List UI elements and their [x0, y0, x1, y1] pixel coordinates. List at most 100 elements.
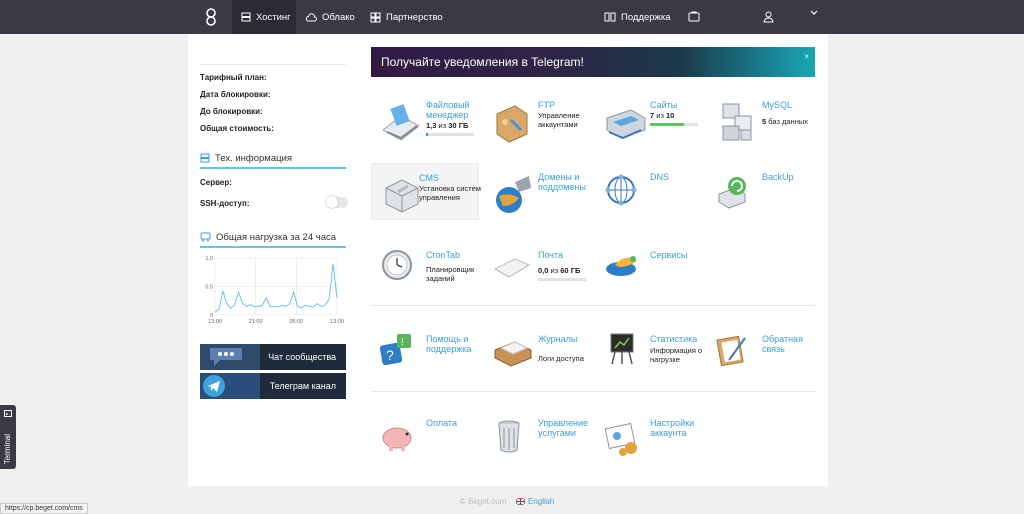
crontab-name: CronTab — [426, 250, 461, 260]
partnership-icon — [370, 12, 381, 22]
bus-icon — [200, 232, 211, 242]
mail-name: Почта — [538, 250, 563, 260]
nav-cloud[interactable]: Облако — [305, 0, 355, 34]
domains-name: Домены и поддомены — [538, 172, 586, 192]
feedback-clipboard-icon — [716, 335, 746, 367]
help-name: Помощь и поддержка — [426, 334, 472, 354]
community-chat-button[interactable]: Чат сообщества — [200, 344, 346, 370]
nav-support[interactable]: Поддержка — [604, 0, 671, 34]
statistics-sub: Информация о нагрузке — [650, 346, 703, 364]
chart-y-tick-label: 1.0 — [205, 256, 213, 262]
nav-hosting[interactable]: Хостинг — [232, 0, 296, 34]
tile-services[interactable]: Сервисы — [603, 245, 711, 301]
logs-box-icon — [494, 341, 532, 367]
file-manager-usage-text: 1,3 из 30 ГБ — [426, 121, 469, 130]
crontab-sub: Планировщик заданий — [426, 265, 475, 283]
nav-support-label: Поддержка — [621, 11, 671, 23]
load-title: Общая нагрузка за 24 часа — [200, 228, 346, 248]
tile-crontab[interactable]: CronTab Планировщик заданий — [379, 245, 487, 301]
backup-icon — [718, 177, 746, 209]
tile-backup[interactable]: BackUp — [715, 172, 823, 228]
nav-partnership[interactable]: Партнерство — [370, 0, 443, 34]
load-series-line — [214, 263, 338, 313]
logs-sub: Логи доступа — [538, 354, 584, 363]
backup-name: BackUp — [762, 172, 794, 182]
piggy-bank-icon — [382, 427, 412, 451]
nav-hosting-label: Хостинг — [256, 11, 291, 23]
telegram-channel-button[interactable]: Телеграм канал — [200, 373, 346, 399]
tile-feedback[interactable]: Обратная связь — [715, 330, 823, 386]
load-chart: 1.00.5013:00 21:00 05:00 13:00 — [205, 256, 344, 325]
tile-account-settings[interactable]: Настройки аккаунта — [603, 416, 711, 472]
telegram-banner[interactable]: Получайте уведомления в Telegram! × — [371, 47, 815, 77]
user-icon[interactable] — [763, 11, 774, 23]
account-settings-icon — [604, 422, 637, 456]
tile-statistics[interactable]: Статистика Информация о нагрузке — [603, 330, 711, 386]
tile-manage-services[interactable]: Управление услугами — [491, 416, 599, 472]
services-icon — [606, 256, 637, 276]
language-label: English — [528, 497, 555, 506]
svg-text:?: ? — [386, 347, 394, 363]
uk-flag-icon — [516, 498, 525, 505]
tile-domains[interactable]: Домены и поддомены — [491, 172, 599, 228]
ftp-folder-icon — [496, 105, 528, 143]
community-chat-label: Чат сообщества — [268, 352, 336, 362]
tile-dns[interactable]: DNS — [603, 172, 711, 228]
block-date-label: Дата блокировки: — [200, 90, 271, 99]
language-switch[interactable]: English — [516, 497, 554, 506]
database-icon — [722, 103, 752, 141]
tech-info-title-text: Тех. информация — [215, 152, 293, 164]
tile-sites[interactable]: Сайты 7 из 10 — [603, 100, 711, 156]
chat-bubble-icon — [200, 344, 260, 370]
services-name: Сервисы — [650, 250, 688, 260]
file-manager-icon — [382, 104, 420, 141]
globe-domains-icon — [496, 176, 531, 213]
statistics-name: Статистика — [650, 334, 698, 344]
tile-logs[interactable]: Журналы Логи доступа — [491, 330, 599, 386]
tile-file-manager[interactable]: Файловый менеджер 1,3 из 30 ГБ — [379, 100, 487, 156]
tile-help[interactable]: ?! Помощь и поддержка — [379, 330, 487, 386]
tile-ftp[interactable]: FTP Управление аккаунтами — [491, 100, 599, 156]
sites-usage-bar — [650, 122, 698, 126]
trash-bin-icon — [498, 420, 520, 453]
feedback-name: Обратная связь — [762, 334, 803, 354]
svg-text:!: ! — [401, 337, 404, 348]
tile-mail[interactable]: Почта 0,0 из 60 ГБ — [491, 245, 599, 301]
tile-payment[interactable]: Оплата — [379, 416, 487, 472]
tech-info-title: Тех. информация — [200, 149, 346, 169]
ssh-label: SSH-доступ: — [200, 199, 250, 208]
mail-usage-text: 0,0 из 60 ГБ — [538, 266, 581, 275]
tile-cms[interactable]: CMS Установка систем управления — [371, 163, 481, 220]
ftp-sub: Управление аккаунтами — [538, 111, 580, 129]
file-manager-name: Файловый менеджер — [426, 100, 470, 120]
manage-services-name: Управление услугами — [538, 418, 589, 438]
file-manager-usage-bar — [426, 132, 474, 136]
usage-bar-fill — [650, 122, 684, 126]
server-label: Сервер: — [200, 178, 232, 187]
telegram-channel-label: Телеграм канал — [269, 381, 336, 391]
beget-logo-icon[interactable] — [204, 8, 218, 26]
mail-envelope-icon — [493, 258, 531, 278]
mail-usage-bar — [538, 277, 586, 281]
mysql-name: MySQL — [762, 100, 793, 110]
wallet-icon[interactable] — [688, 11, 700, 23]
terminal-tab[interactable]: Terminal — [0, 405, 16, 469]
dns-name: DNS — [650, 172, 670, 182]
cms-name: CMS — [419, 173, 439, 183]
tile-mysql[interactable]: MySQL 5 баз данных — [715, 100, 823, 156]
cms-sub: Установка систем управления — [419, 184, 481, 202]
telegram-banner-text: Получайте уведомления в Telegram! — [381, 55, 584, 69]
load-title-text: Общая нагрузка за 24 часа — [216, 231, 337, 243]
total-cost-label: Общая стоимость: — [200, 124, 274, 133]
chevron-down-icon[interactable] — [810, 10, 818, 16]
banner-close-icon[interactable]: × — [804, 52, 809, 61]
chart-x-tick-label: 13:00 — [330, 319, 344, 325]
sites-usage-text: 7 из 10 — [650, 111, 675, 120]
server-icon — [241, 12, 251, 22]
terminal-icon — [4, 410, 12, 417]
chart-y-tick-label: 0.5 — [205, 285, 213, 291]
chart-x-tick-label: 21:00 — [249, 319, 263, 325]
ssh-toggle[interactable] — [326, 196, 348, 208]
server-icon — [200, 153, 210, 163]
sidebar-divider — [200, 64, 346, 65]
